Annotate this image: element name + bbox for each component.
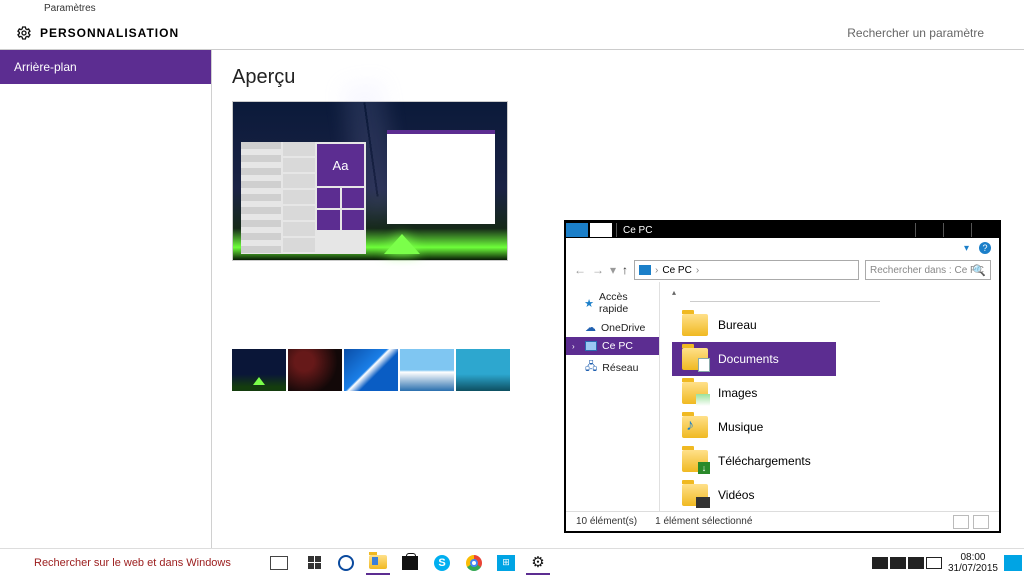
explorer-window[interactable]: Ce PC ▾ ? ← → ▾ ↑ › Ce PC › Rechercher d… xyxy=(564,220,1001,533)
preview-window xyxy=(387,130,495,224)
group-collapse-icon[interactable]: ▴ xyxy=(672,288,999,297)
breadcrumb-current[interactable]: Ce PC xyxy=(662,265,691,276)
background-thumb-2[interactable] xyxy=(288,349,342,391)
view-large-button[interactable] xyxy=(973,515,989,529)
cloud-icon: ☁ xyxy=(585,321,596,334)
sidebar-item-background[interactable]: Arrière-plan xyxy=(0,50,211,84)
folder-telechargements[interactable]: ↓Téléchargements xyxy=(672,444,836,478)
gear-icon xyxy=(16,25,32,41)
background-thumb-1[interactable] xyxy=(232,349,286,391)
system-tray: 08:00 31/07/2015 xyxy=(872,549,1024,576)
tray-icon-4[interactable] xyxy=(926,557,942,569)
taskbar-search-input[interactable]: Rechercher sur le web et dans Windows xyxy=(0,549,260,576)
explorer-title: Ce PC xyxy=(623,225,652,236)
star-icon: ★ xyxy=(584,297,594,310)
nav-item-this-pc[interactable]: ›Ce PC xyxy=(566,337,659,355)
explorer-nav-pane: ›★Accès rapide ›☁OneDrive ›Ce PC ›🖧Résea… xyxy=(566,282,660,511)
explorer-status-bar: 10 élément(s) 1 élément sélectionné xyxy=(566,511,999,531)
explorer-titlebar[interactable]: Ce PC xyxy=(566,222,999,238)
explorer-icon xyxy=(566,223,588,237)
folder-musique[interactable]: ♪Musique xyxy=(672,410,836,444)
action-center-button[interactable] xyxy=(1004,555,1022,571)
nav-back-button[interactable]: ← xyxy=(574,263,586,277)
settings-title: PERSONNALISATION xyxy=(40,26,179,40)
settings-search-input[interactable]: Rechercher un paramètre xyxy=(847,26,984,40)
search-icon: 🔍 xyxy=(972,264,986,277)
folder-icon xyxy=(369,555,387,569)
folder-icon: ↓ xyxy=(682,450,708,472)
explorer-address-bar: ← → ▾ ↑ › Ce PC › Rechercher dans : Ce P… xyxy=(566,258,999,282)
search-placeholder: Rechercher dans : Ce PC xyxy=(870,265,984,276)
store-icon xyxy=(402,556,418,570)
explorer-content[interactable]: ▴ Bureau Documents Images ♪Musique ↓Télé… xyxy=(660,282,999,511)
settings-window-label: Paramètres xyxy=(0,0,1024,16)
gear-icon: ⚙ xyxy=(531,553,544,571)
explorer-search-input[interactable]: Rechercher dans : Ce PC 🔍 xyxy=(865,260,991,280)
taskbar-app-skype[interactable]: S xyxy=(430,551,454,575)
network-icon: 🖧 xyxy=(585,358,597,377)
background-thumb-4[interactable] xyxy=(400,349,454,391)
edge-icon xyxy=(338,555,354,571)
nav-up-button[interactable]: ↑ xyxy=(622,263,628,277)
close-button[interactable] xyxy=(971,223,999,237)
folder-icon xyxy=(682,348,708,370)
windows-icon xyxy=(308,556,321,569)
preview-heading: Aperçu xyxy=(232,66,1004,89)
folder-icon: ♪ xyxy=(682,416,708,438)
nav-item-onedrive[interactable]: ›☁OneDrive xyxy=(566,318,659,337)
tray-icon-1[interactable] xyxy=(872,557,888,569)
quick-access-toolbar[interactable] xyxy=(590,223,612,237)
nav-item-quick-access[interactable]: ›★Accès rapide xyxy=(566,288,659,318)
sidebar-item-label: Arrière-plan xyxy=(14,60,77,74)
desktop-preview: Aa xyxy=(232,101,508,261)
tray-icon-3[interactable] xyxy=(908,557,924,569)
task-view-button[interactable] xyxy=(270,556,288,570)
nav-history-button[interactable]: ▾ xyxy=(610,263,616,277)
preview-tile-sample: Aa xyxy=(317,144,364,186)
settings-sidebar: Arrière-plan xyxy=(0,50,212,548)
tray-icon-2[interactable] xyxy=(890,557,906,569)
folder-icon xyxy=(682,314,708,336)
taskbar-app-windows[interactable] xyxy=(302,551,326,575)
background-thumb-3[interactable] xyxy=(344,349,398,391)
status-item-count: 10 élément(s) xyxy=(576,516,637,527)
manager-icon: ⊞ xyxy=(497,555,515,571)
taskbar-clock[interactable]: 08:00 31/07/2015 xyxy=(948,552,998,574)
address-input[interactable]: › Ce PC › xyxy=(634,260,859,280)
folder-videos[interactable]: Vidéos xyxy=(672,478,836,511)
help-icon[interactable]: ? xyxy=(979,242,991,254)
folder-documents[interactable]: Documents xyxy=(672,342,836,376)
minimize-button[interactable] xyxy=(915,223,943,237)
ribbon-collapse-icon[interactable]: ▾ xyxy=(964,243,969,254)
taskbar-app-edge[interactable] xyxy=(334,551,358,575)
taskbar-app-explorer[interactable] xyxy=(366,551,390,575)
folder-icon xyxy=(682,484,708,506)
status-selection: 1 élément sélectionné xyxy=(655,516,752,527)
nav-item-network[interactable]: ›🖧Réseau xyxy=(566,355,659,380)
folder-bureau[interactable]: Bureau xyxy=(672,308,836,342)
nav-forward-button[interactable]: → xyxy=(592,263,604,277)
taskbar-app-settings[interactable]: ⚙ xyxy=(526,551,550,575)
folder-icon xyxy=(682,382,708,404)
maximize-button[interactable] xyxy=(943,223,971,237)
view-details-button[interactable] xyxy=(953,515,969,529)
taskbar-app-chrome[interactable] xyxy=(462,551,486,575)
taskbar: Rechercher sur le web et dans Windows S … xyxy=(0,548,1024,576)
folder-images[interactable]: Images xyxy=(672,376,836,410)
pc-icon xyxy=(585,341,597,351)
settings-title-row: PERSONNALISATION Rechercher un paramètre xyxy=(0,16,1024,50)
taskbar-app-store[interactable] xyxy=(398,551,422,575)
chrome-icon xyxy=(466,555,482,571)
background-thumb-5[interactable] xyxy=(456,349,510,391)
pc-icon xyxy=(639,265,651,275)
skype-icon: S xyxy=(434,555,450,571)
taskbar-app-manager[interactable]: ⊞ xyxy=(494,551,518,575)
preview-start-menu: Aa xyxy=(241,142,366,254)
